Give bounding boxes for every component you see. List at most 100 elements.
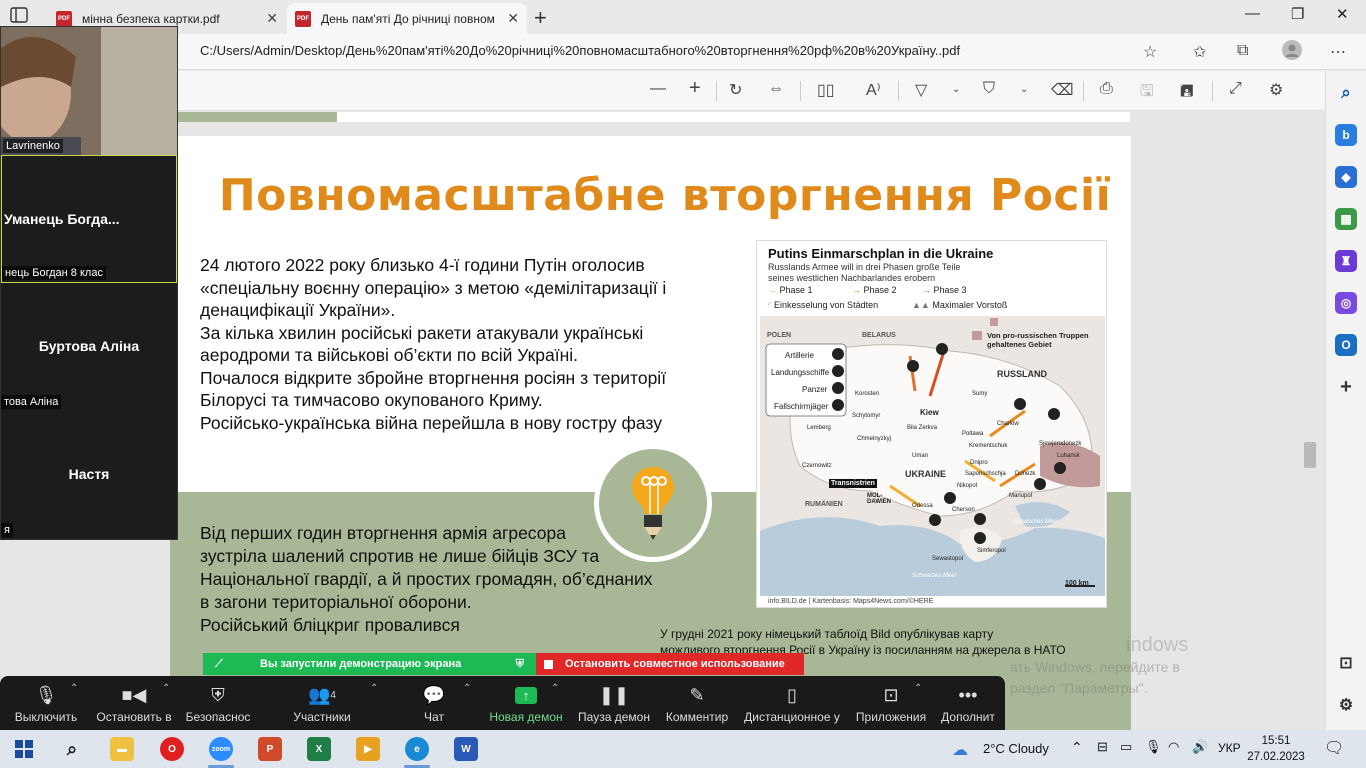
chat-button[interactable]: 💬 Чат [412, 676, 456, 730]
edge-icon[interactable]: e [405, 737, 429, 761]
add-favorite-icon[interactable]: ☆ [1143, 42, 1157, 62]
minimize-icon[interactable]: — [1245, 5, 1260, 22]
save-as-icon[interactable]: 🖪 [1180, 80, 1194, 107]
stop-sharing-button[interactable]: Остановить совместное использование [536, 653, 804, 675]
participants-button[interactable]: 👥 4 Участники [285, 676, 359, 730]
tools-icon[interactable]: ▦ [1335, 208, 1357, 230]
opera-icon[interactable]: O [160, 737, 184, 761]
read-aloud-icon[interactable]: A⁾ [866, 80, 881, 100]
security-button[interactable]: ⛨ Безопаснос [180, 676, 256, 730]
chevron-down-icon[interactable]: ⌄ [1020, 84, 1028, 95]
collections-icon[interactable]: ⧉ [1237, 42, 1248, 60]
favorites-icon[interactable]: ✩ [1193, 42, 1206, 62]
powerpoint-icon[interactable]: P [258, 737, 282, 761]
office-icon[interactable]: ◎ [1335, 292, 1357, 314]
legend-phase-3: → Phase 3 [922, 285, 967, 295]
clock[interactable]: 15:51 27.02.2023 [1246, 733, 1306, 765]
chevron-up-icon[interactable]: ⌃ [370, 683, 378, 694]
battery-icon[interactable]: ▭ [1120, 739, 1132, 755]
page-view-icon[interactable]: ▯▯ [817, 80, 835, 100]
save-icon[interactable]: 🖫 [1140, 80, 1154, 107]
games-icon[interactable]: ♜ [1335, 250, 1357, 272]
gear-icon[interactable]: ⚙ [1269, 80, 1283, 100]
intro-paragraph: 24 лютого 2022 року близько 4-ї години П… [200, 254, 720, 434]
close-window-icon[interactable]: ✕ [1336, 5, 1349, 23]
zoom-out-icon[interactable]: — [650, 80, 666, 98]
text-line: в загони територіальної оборони. [200, 592, 472, 612]
gear-icon[interactable]: ⚙ [1335, 694, 1357, 716]
search-icon[interactable]: ⌕ [1335, 82, 1357, 104]
participant-tile[interactable]: Настя я [1, 411, 177, 539]
file-explorer-icon[interactable]: ▬ [110, 737, 134, 761]
city-label: Poltawa [962, 431, 984, 437]
eraser-icon[interactable]: ⌫ [1051, 80, 1074, 100]
close-icon[interactable]: ✕ [507, 10, 519, 27]
new-tab-icon[interactable]: + [534, 5, 547, 31]
pdf-icon: PDF [295, 10, 311, 27]
stop-sharing-label: Остановить совместное использование [565, 658, 785, 670]
profile-avatar-icon[interactable] [1282, 40, 1302, 65]
tab-memorial-day[interactable]: PDF День пам'яті До річниці повном ✕ [287, 3, 527, 34]
word-icon[interactable]: W [454, 737, 478, 761]
pause-share-button[interactable]: ❚❚ Пауза демон [576, 676, 652, 730]
language-indicator[interactable]: УКР [1218, 741, 1241, 755]
chevron-up-icon[interactable]: ⌃ [1071, 739, 1083, 756]
city-label: Schytomyr [852, 413, 881, 419]
participant-name: я [1, 523, 13, 537]
bing-icon[interactable]: b [1335, 124, 1357, 146]
wifi-icon[interactable]: ◠ [1168, 739, 1179, 755]
participant-tile[interactable]: Уманець Богда... нець Богдан 8 клас [1, 155, 177, 283]
restore-icon[interactable]: ❐ [1291, 5, 1304, 23]
scrollbar-thumb[interactable] [1304, 442, 1316, 468]
highlight-icon[interactable]: ▽ [915, 80, 927, 100]
weather-text[interactable]: 2°C Cloudy [983, 741, 1049, 756]
city-label: MOL-DAWIEN [867, 493, 891, 505]
participant-tile[interactable]: Буртова Аліна това Аліна [1, 283, 177, 411]
fit-page-icon[interactable]: ⇔ [768, 80, 784, 98]
shopping-icon[interactable]: ◆ [1335, 166, 1357, 188]
button-label: Комментир [665, 710, 729, 724]
annotate-button[interactable]: ✎ Комментир [660, 676, 734, 730]
outlook-icon[interactable]: O [1335, 334, 1357, 356]
chevron-up-icon[interactable]: ⌃ [551, 683, 559, 694]
chevron-up-icon[interactable]: ⌃ [463, 683, 471, 694]
city-label: Dnipro [970, 460, 988, 466]
draw-icon[interactable]: ⛉ [983, 80, 995, 98]
zoom-in-icon[interactable]: + [689, 77, 701, 100]
fullscreen-icon[interactable]: ⤢ [1229, 80, 1242, 98]
volume-icon[interactable]: 🔊 [1192, 739, 1208, 755]
url-text[interactable]: C:/Users/Admin/Desktop/День%20пам'яті%20… [200, 43, 960, 58]
sharing-status-banner[interactable]: ⟋ Вы запустили демонстрацию экрана ⛨ [203, 653, 536, 675]
zoom-app-icon[interactable]: zoom [209, 737, 233, 761]
chevron-up-icon[interactable]: ⌃ [914, 683, 922, 694]
button-label: Дистанционное у [744, 710, 840, 724]
rotate-icon[interactable]: ↻ [729, 80, 742, 100]
participant-display-name: Уманець Богда... [4, 211, 120, 227]
more-button[interactable]: ••• Дополнит [938, 676, 998, 730]
notifications-icon[interactable]: 🗨 [1324, 738, 1344, 758]
city-label: Kiew [920, 408, 939, 417]
chevron-up-icon[interactable]: ⌃ [70, 683, 78, 694]
microphone-icon[interactable]: 🎙 [1145, 739, 1162, 755]
windows-start-icon[interactable] [12, 737, 36, 761]
search-icon[interactable]: ⌕ [60, 737, 84, 761]
edge-sidebar: ⌕ b ◆ ▦ ♜ ◎ O + ⊡ ⚙ [1325, 71, 1366, 730]
city-label: Bila Zerkva [907, 425, 938, 431]
excel-icon[interactable]: X [307, 737, 331, 761]
tab-actions-icon[interactable] [10, 7, 38, 27]
map-subtitle: Russlands Armee will in drei Phasen groß… [768, 262, 960, 284]
print-icon[interactable]: ⎙ [1100, 80, 1113, 98]
remote-control-button[interactable]: ▯ Дистанционное у [741, 676, 843, 730]
chevron-up-icon[interactable]: ⌃ [162, 683, 170, 694]
add-icon[interactable]: + [1335, 376, 1357, 398]
network-icon[interactable]: ⊟ [1097, 739, 1108, 755]
media-player-icon[interactable]: ▶ [356, 737, 380, 761]
text-line: «спеціальну воєнну операцію» з метою «де… [200, 277, 667, 298]
legend-label: Phase 1 [779, 285, 813, 295]
close-icon[interactable]: ✕ [266, 10, 278, 27]
settings-more-icon[interactable]: ⋯ [1330, 42, 1346, 62]
self-video[interactable]: Lavrinenko [1, 27, 177, 155]
legend-label: Maximaler Vorstoß [932, 300, 1008, 310]
chevron-down-icon[interactable]: ⌄ [952, 84, 960, 95]
sidebar-toggle-icon[interactable]: ⊡ [1335, 652, 1357, 674]
